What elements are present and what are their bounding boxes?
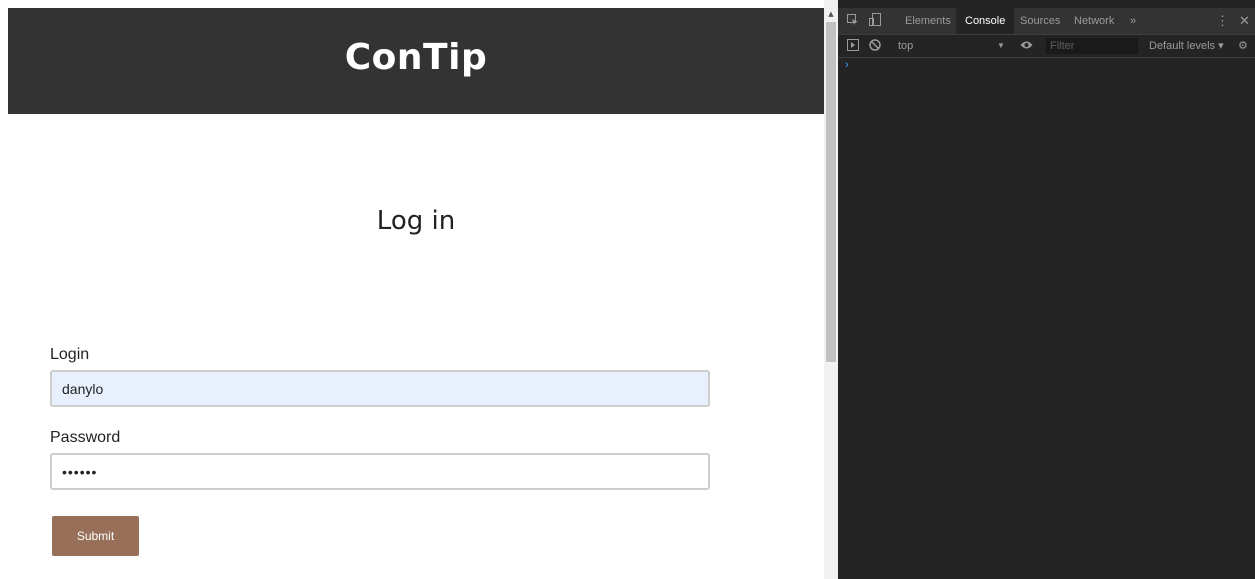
scroll-up-arrow-icon[interactable]: ▲ [827, 10, 835, 18]
tab-sources[interactable]: Sources [1011, 8, 1069, 34]
submit-button[interactable]: Submit [52, 516, 139, 556]
log-levels-dropdown[interactable]: Default levels ▾ [1149, 35, 1224, 57]
inspect-element-icon[interactable] [847, 8, 859, 34]
tab-network[interactable]: Network [1065, 8, 1123, 34]
more-options-icon[interactable]: ⋮ [1216, 8, 1229, 34]
tab-console[interactable]: Console [956, 8, 1015, 34]
more-tabs-icon[interactable]: » [1121, 8, 1145, 34]
password-input[interactable] [50, 453, 710, 490]
settings-gear-icon[interactable]: ⚙ [1238, 35, 1248, 57]
page-title: Log in [376, 206, 456, 236]
site-title: ConTip [344, 36, 488, 78]
filter-input[interactable] [1046, 38, 1138, 54]
console-toolbar: top ▼ Default levels ▾ ⚙ [838, 35, 1255, 58]
devtools-tab-bar: Elements Console Sources Network » ⋮ ✕ [838, 8, 1255, 35]
close-icon[interactable]: ✕ [1239, 8, 1250, 34]
console-prompt[interactable]: › [845, 59, 849, 71]
sidebar-toggle-icon[interactable] [847, 35, 859, 57]
web-page: ConTip Log in Login Password Submit [0, 0, 824, 579]
device-toolbar-icon[interactable] [869, 8, 881, 34]
eye-icon[interactable] [1020, 35, 1033, 57]
devtools-panel: Elements Console Sources Network » ⋮ ✕ t… [838, 0, 1255, 579]
context-dropdown-icon[interactable]: ▼ [997, 35, 1005, 57]
password-label: Password [50, 429, 121, 446]
login-input[interactable] [50, 370, 710, 407]
login-label: Login [50, 346, 90, 363]
context-selector[interactable]: top [898, 35, 913, 57]
tab-elements[interactable]: Elements [896, 8, 960, 34]
clear-console-icon[interactable] [869, 35, 881, 57]
site-header: ConTip [8, 8, 824, 114]
page-scrollbar[interactable]: ▲ [824, 0, 838, 579]
page-scrollbar-thumb[interactable] [826, 22, 836, 362]
